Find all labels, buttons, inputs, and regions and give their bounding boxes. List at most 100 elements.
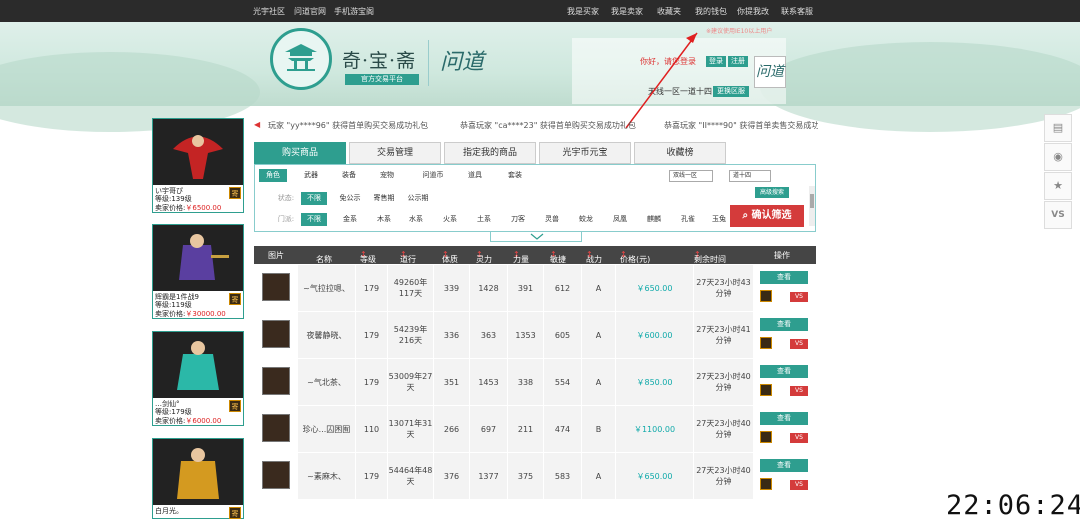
- login-prompt[interactable]: 你好，请您登录: [640, 56, 696, 67]
- view-button[interactable]: 查看: [760, 318, 808, 331]
- school-label: 门派:: [277, 215, 295, 223]
- advanced-search-button[interactable]: 高级搜索: [755, 187, 789, 198]
- top-link-official[interactable]: 问道官网: [294, 6, 326, 17]
- state-any[interactable]: 不限: [301, 192, 327, 205]
- col-header[interactable]: 剩余时间 ↕: [694, 250, 726, 264]
- server-select[interactable]: 双线一区: [669, 170, 713, 182]
- col-header[interactable]: 道行 ↕: [400, 250, 416, 264]
- state-no-public[interactable]: 免公示: [335, 192, 365, 205]
- top-link-seller[interactable]: 我是卖家: [611, 6, 643, 17]
- switch-server-button[interactable]: 更换区服: [713, 86, 749, 97]
- map-icon[interactable]: [760, 478, 772, 490]
- compare-vs-button[interactable]: VS: [790, 386, 808, 396]
- top-link-mobile[interactable]: 手机游宝阁: [334, 6, 374, 17]
- top-link-feedback[interactable]: 你提我改: [737, 6, 769, 17]
- cell-name[interactable]: 夜馨静晓、: [298, 312, 356, 358]
- col-header[interactable]: 价格(元) ↕: [620, 250, 650, 264]
- table-row[interactable]: ~气北茶、 179 53009年27天 351 1453 338 554 A ￥…: [254, 359, 816, 405]
- school-option[interactable]: 蛟龙: [573, 213, 599, 226]
- category-equipment[interactable]: 装备: [335, 169, 363, 182]
- current-server: 天线一区一道十四: [648, 87, 712, 96]
- category-item[interactable]: 道具: [461, 169, 489, 182]
- shop-icon[interactable]: ▤: [1044, 114, 1072, 142]
- character-avatar[interactable]: [262, 320, 290, 348]
- tab-assigned-items[interactable]: 指定我的商品: [444, 142, 536, 164]
- eye-icon[interactable]: ◉: [1044, 143, 1072, 171]
- map-icon[interactable]: [760, 290, 772, 302]
- cell-time: 27天23小时41分钟: [694, 312, 754, 358]
- school-any[interactable]: 不限: [301, 213, 327, 226]
- school-option[interactable]: 土系: [471, 213, 497, 226]
- view-button[interactable]: 查看: [760, 365, 808, 378]
- category-coin[interactable]: 问道币: [415, 169, 451, 182]
- compare-vs-button[interactable]: VS: [790, 339, 808, 349]
- state-public[interactable]: 公示期: [403, 192, 433, 205]
- col-header[interactable]: 战力 ↕: [586, 250, 602, 264]
- tab-buy[interactable]: 购买商品: [254, 142, 346, 164]
- filter-collapse-toggle[interactable]: [490, 232, 582, 242]
- col-header[interactable]: 等级 ↕: [360, 250, 376, 264]
- compare-vs-button[interactable]: VS: [790, 292, 808, 302]
- school-option[interactable]: 灵兽: [539, 213, 565, 226]
- col-header[interactable]: 灵力 ↕: [476, 250, 492, 264]
- character-avatar[interactable]: [262, 414, 290, 442]
- register-button[interactable]: 注册: [728, 56, 748, 67]
- school-option[interactable]: 孔雀: [675, 213, 701, 226]
- cell-name[interactable]: ~气拉拉嗯、: [298, 265, 356, 311]
- confirm-filter-button[interactable]: ⌕ 确认筛选: [730, 205, 804, 227]
- table-row[interactable]: ~素麻木、 179 54464年48天 376 1377 375 583 A ￥…: [254, 453, 816, 499]
- col-header[interactable]: 体质 ↕: [442, 250, 458, 264]
- top-link-favorites[interactable]: 收藏夹: [657, 6, 681, 17]
- tab-trade-manage[interactable]: 交易管理: [349, 142, 441, 164]
- character-avatar[interactable]: [262, 273, 290, 301]
- table-row[interactable]: 夜馨静晓、 179 54239年216天 336 363 1353 605 A …: [254, 312, 816, 358]
- school-option[interactable]: 麒麟: [641, 213, 667, 226]
- category-set[interactable]: 套装: [501, 169, 529, 182]
- cell-daoxing: 54239年216天: [388, 312, 434, 358]
- category-pet[interactable]: 宠物: [373, 169, 401, 182]
- cell-name[interactable]: ~气北茶、: [298, 359, 356, 405]
- featured-item-card[interactable]: 辉霸是1件战9 等级:119级 卖家价格:￥30000.00 寄: [152, 224, 244, 319]
- school-option[interactable]: 水系: [403, 213, 429, 226]
- view-button[interactable]: 查看: [760, 271, 808, 284]
- cell-name[interactable]: ~素麻木、: [298, 453, 356, 499]
- top-link-service[interactable]: 联系客服: [781, 6, 813, 17]
- map-icon[interactable]: [760, 431, 772, 443]
- school-option[interactable]: 刀客: [505, 213, 531, 226]
- view-button[interactable]: 查看: [760, 412, 808, 425]
- compare-vs-button[interactable]: VS: [790, 480, 808, 490]
- sub-server-select[interactable]: 道十四: [729, 170, 771, 182]
- tab-coin-yuanbao[interactable]: 光宇币元宝: [539, 142, 631, 164]
- top-link-community[interactable]: 光宇社区: [253, 6, 285, 17]
- col-header[interactable]: 力量 ↕: [513, 250, 529, 264]
- state-consign[interactable]: 寄售期: [369, 192, 399, 205]
- map-icon[interactable]: [760, 337, 772, 349]
- star-icon[interactable]: ★: [1044, 172, 1072, 200]
- school-option[interactable]: 金系: [337, 213, 363, 226]
- filter-scrollbar[interactable]: [809, 186, 815, 226]
- tab-favorites-rank[interactable]: 收藏榜: [634, 142, 726, 164]
- character-avatar[interactable]: [262, 461, 290, 489]
- table-row[interactable]: ~气拉拉嗯、 179 49260年117天 339 1428 391 612 A…: [254, 265, 816, 311]
- character-avatar[interactable]: [262, 367, 290, 395]
- school-option[interactable]: 凤凰: [607, 213, 633, 226]
- cell-name[interactable]: 珍心...囚困囿: [298, 406, 356, 452]
- compare-vs-tool[interactable]: VS: [1044, 201, 1072, 229]
- featured-item-card[interactable]: …剑仙° 等级:179级 卖家价格:￥6000.00 寄: [152, 331, 244, 426]
- view-button[interactable]: 查看: [760, 459, 808, 472]
- school-option[interactable]: 玉兔: [709, 213, 729, 226]
- top-link-wallet[interactable]: 我的钱包: [695, 6, 727, 17]
- login-button[interactable]: 登录: [706, 56, 726, 67]
- school-option[interactable]: 木系: [371, 213, 397, 226]
- map-icon[interactable]: [760, 384, 772, 396]
- school-option[interactable]: 火系: [437, 213, 463, 226]
- category-role[interactable]: 角色: [259, 169, 287, 182]
- featured-item-card[interactable]: い宇哥ぴ 等级:139级 卖家价格:￥6500.00 寄: [152, 118, 244, 213]
- compare-vs-button[interactable]: VS: [790, 433, 808, 443]
- table-row[interactable]: 珍心...囚困囿 110 13071年31天 266 697 211 474 B…: [254, 406, 816, 452]
- category-weapon[interactable]: 武器: [297, 169, 325, 182]
- col-header[interactable]: 敏捷 ↕: [550, 250, 566, 264]
- top-link-buyer[interactable]: 我是买家: [567, 6, 599, 17]
- featured-item-card[interactable]: 白月光。 寄: [152, 438, 244, 519]
- brand-title: 奇·宝·斋: [342, 50, 417, 72]
